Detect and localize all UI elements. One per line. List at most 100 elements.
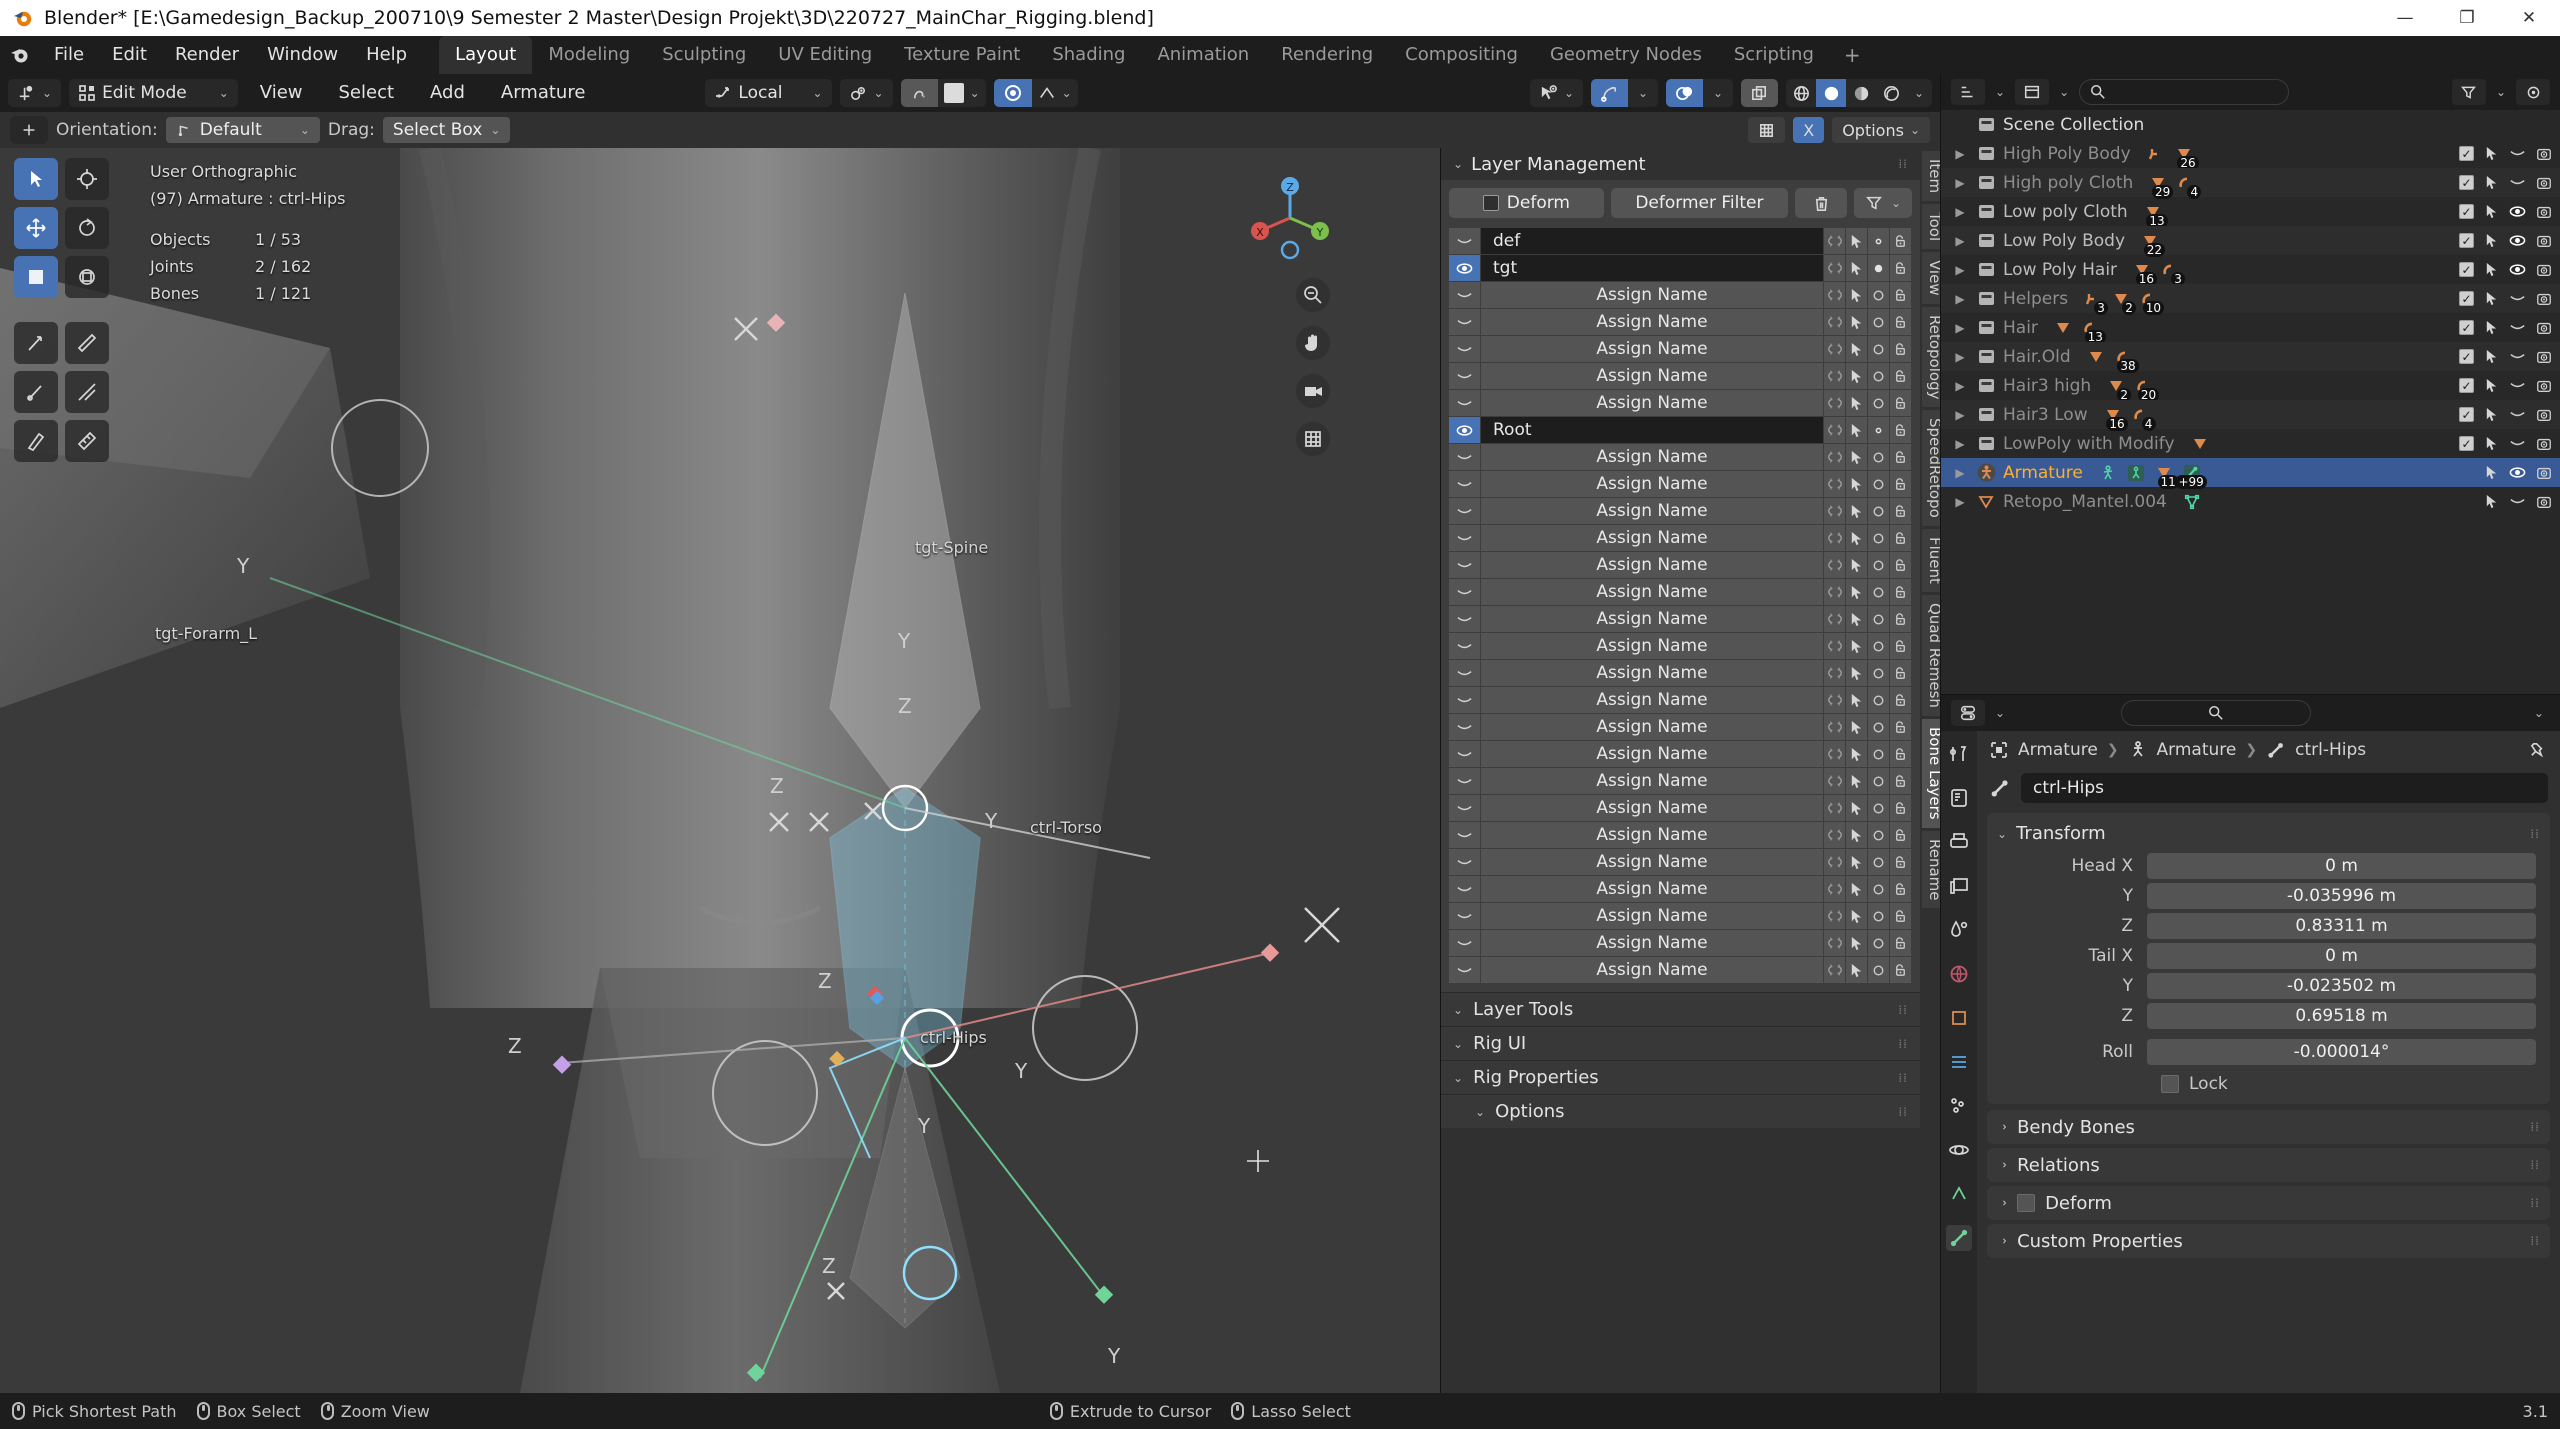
gizmo-group[interactable]: ⌄	[1591, 79, 1658, 107]
overlays-toggle[interactable]	[1666, 79, 1703, 107]
eye-closed-icon[interactable]	[2509, 145, 2526, 162]
eye-closed-icon[interactable]	[1449, 390, 1481, 417]
solo-icon[interactable]	[1868, 552, 1890, 579]
layer-row[interactable]: Assign Name	[1449, 957, 1912, 984]
eye-closed-icon[interactable]	[1449, 930, 1481, 957]
link-icon[interactable]	[1824, 876, 1846, 903]
eye-closed-icon[interactable]	[2509, 290, 2526, 307]
deform-checkbox[interactable]	[2017, 1194, 2036, 1212]
tab-physics[interactable]	[1946, 1137, 1972, 1163]
camera-render-icon[interactable]	[2536, 465, 2552, 481]
camera-render-icon[interactable]	[2536, 146, 2552, 162]
layer-name-field[interactable]: Assign Name	[1481, 444, 1824, 471]
select-cursor-icon[interactable]	[1846, 282, 1868, 309]
overlays-group[interactable]: ⌄	[1666, 79, 1733, 107]
tool-bone-roll[interactable]	[14, 371, 58, 413]
solo-icon[interactable]	[1868, 525, 1890, 552]
layer-name-field[interactable]: Assign Name	[1481, 930, 1824, 957]
field-value[interactable]: 0 m	[2147, 943, 2536, 969]
layer-sub-panel[interactable]: ⌄ Rig UI ⁞⁞	[1441, 1026, 1920, 1060]
outliner-row[interactable]: ▶ High Poly Body 26 ✓	[1941, 139, 2560, 170]
select-cursor-icon[interactable]	[1846, 714, 1868, 741]
mirror-options-selector[interactable]: ⌄	[1032, 79, 1078, 107]
layer-row[interactable]: Assign Name	[1449, 471, 1912, 498]
eye-closed-icon[interactable]	[1449, 795, 1481, 822]
layer-row[interactable]: Assign Name	[1449, 903, 1912, 930]
exclude-checkbox[interactable]: ✓	[2459, 233, 2474, 248]
tab-object[interactable]	[1946, 1005, 1972, 1031]
tab-world[interactable]	[1946, 961, 1972, 987]
layer-row[interactable]: Assign Name	[1449, 768, 1912, 795]
deformer-filter-button[interactable]: Deformer Filter	[1610, 188, 1788, 218]
solo-icon[interactable]	[1868, 714, 1890, 741]
tab-output[interactable]	[1946, 829, 1972, 855]
link-icon[interactable]	[1824, 552, 1846, 579]
breadcrumb-bone[interactable]: ctrl-Hips	[2295, 740, 2366, 760]
lock-icon[interactable]	[1890, 768, 1912, 795]
select-cursor-icon[interactable]	[1846, 471, 1868, 498]
layer-name-field[interactable]: Assign Name	[1481, 714, 1824, 741]
outliner-row[interactable]: ▶ Hair.Old 38 ✓	[1941, 342, 2560, 373]
outliner-search-input[interactable]	[2079, 79, 2290, 105]
lock-icon[interactable]	[1890, 795, 1912, 822]
lock-checkbox[interactable]	[2161, 1075, 2179, 1093]
eye-open-icon[interactable]	[1449, 417, 1481, 444]
xray-shading-toggle[interactable]	[1741, 79, 1778, 107]
exclude-checkbox[interactable]: ✓	[2459, 349, 2474, 364]
navigation-gizmo[interactable]: Z X Y	[1240, 168, 1340, 268]
layer-row[interactable]: Assign Name	[1449, 714, 1912, 741]
layer-name-field[interactable]: Assign Name	[1481, 390, 1824, 417]
blender-menu-icon[interactable]	[0, 43, 40, 67]
solo-icon[interactable]	[1868, 336, 1890, 363]
camera-render-icon[interactable]	[2536, 436, 2552, 452]
material-preview-button[interactable]	[1846, 79, 1876, 107]
solo-icon[interactable]	[1868, 228, 1890, 255]
link-icon[interactable]	[1824, 417, 1846, 444]
select-cursor-icon[interactable]	[1846, 228, 1868, 255]
eye-open-icon[interactable]	[1449, 255, 1481, 282]
solo-icon[interactable]	[1868, 417, 1890, 444]
layer-name-field[interactable]: Assign Name	[1481, 552, 1824, 579]
visibility-selector[interactable]: ⌄	[1529, 79, 1583, 107]
lock-icon[interactable]	[1890, 228, 1912, 255]
bone-name-input[interactable]: ctrl-Hips	[2021, 773, 2548, 803]
layer-row[interactable]: tgt	[1449, 255, 1912, 282]
field-value[interactable]: 0 m	[2147, 853, 2536, 879]
selectable-cursor-icon[interactable]	[2484, 494, 2499, 509]
eye-closed-icon[interactable]	[1449, 471, 1481, 498]
lock-icon[interactable]	[1890, 552, 1912, 579]
lock-icon[interactable]	[1890, 849, 1912, 876]
eye-closed-icon[interactable]	[1449, 498, 1481, 525]
tab-compositing[interactable]: Compositing	[1389, 36, 1534, 74]
menu-edit[interactable]: Edit	[98, 40, 161, 70]
link-icon[interactable]	[1824, 903, 1846, 930]
minimize-button[interactable]: —	[2374, 0, 2436, 36]
field-value[interactable]: -0.000014°	[2147, 1039, 2536, 1065]
select-cursor-icon[interactable]	[1846, 444, 1868, 471]
camera-render-icon[interactable]	[2536, 378, 2552, 394]
breadcrumb-armature[interactable]: Armature	[2157, 740, 2237, 760]
solo-icon[interactable]	[1868, 876, 1890, 903]
eye-closed-icon[interactable]	[1449, 336, 1481, 363]
eye-closed-icon[interactable]	[1449, 579, 1481, 606]
selectable-cursor-icon[interactable]	[2484, 378, 2499, 393]
outliner-row[interactable]: ▶ Armature 11 +99	[1941, 458, 2560, 489]
disclosure-triangle-icon[interactable]: ▶	[1947, 292, 1973, 306]
lock-icon[interactable]	[1890, 255, 1912, 282]
proportional-edit-toggle[interactable]	[900, 79, 938, 107]
lock-icon[interactable]	[1890, 417, 1912, 444]
select-cursor-icon[interactable]	[1846, 309, 1868, 336]
camera-render-icon[interactable]	[2536, 233, 2552, 249]
deform-checkbox[interactable]	[1482, 195, 1499, 211]
proportional-editing-group[interactable]: ⌄	[900, 79, 986, 107]
link-icon[interactable]	[1824, 309, 1846, 336]
link-icon[interactable]	[1824, 363, 1846, 390]
lock-icon[interactable]	[1890, 606, 1912, 633]
camera-render-icon[interactable]	[2536, 204, 2552, 220]
layer-row[interactable]: Assign Name	[1449, 390, 1912, 417]
shading-mode-group[interactable]: ⌄	[1786, 79, 1932, 107]
layer-row[interactable]: Assign Name	[1449, 498, 1912, 525]
eye-closed-icon[interactable]	[1449, 687, 1481, 714]
outliner-row[interactable]: ▶ Retopo_Mantel.004	[1941, 487, 2560, 516]
layer-name-field[interactable]: Assign Name	[1481, 498, 1824, 525]
